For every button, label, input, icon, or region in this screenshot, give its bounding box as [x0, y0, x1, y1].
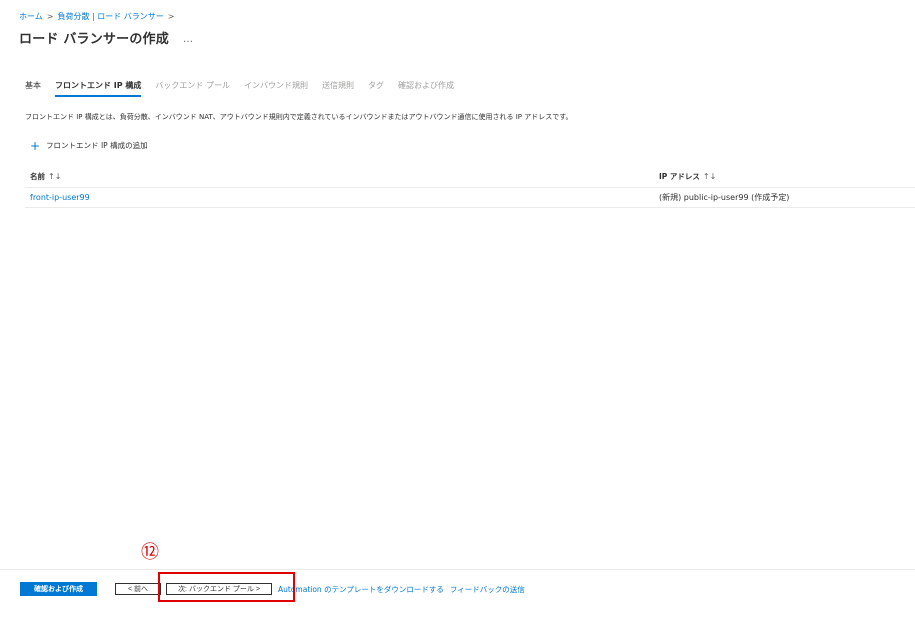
annotation-highlight-box — [158, 572, 295, 602]
review-create-button[interactable]: 確認および作成 — [20, 582, 97, 596]
frontend-ip-name-link[interactable]: front-ip-user99 — [25, 193, 659, 202]
download-automation-template-link[interactable]: Automation のテンプレートをダウンロードする — [278, 584, 444, 595]
table-row: front-ip-user99 (新規) public-ip-user99 (作… — [25, 188, 915, 208]
page-title: ロード バランサーの作成 — [19, 32, 169, 47]
column-header-name[interactable]: 名前 ↑↓ — [25, 171, 659, 182]
send-feedback-link[interactable]: フィードバックの送信 — [450, 584, 525, 595]
tab-frontend-ip-config[interactable]: フロントエンド IP 構成 — [55, 80, 142, 97]
column-header-name-label: 名前 — [30, 172, 45, 181]
breadcrumb-home-link[interactable]: ホーム — [19, 11, 43, 22]
sort-icon: ↑↓ — [702, 172, 717, 181]
add-frontend-ip-button[interactable]: + フロントエンド IP 構成の追加 — [30, 138, 148, 153]
footer-divider — [0, 569, 915, 570]
sort-icon: ↑↓ — [48, 172, 62, 181]
table-body: front-ip-user99 (新規) public-ip-user99 (作… — [25, 188, 915, 208]
breadcrumb-load-balancing-link[interactable]: 負荷分散 | ロード バランサー — [57, 11, 163, 22]
breadcrumb-separator: > — [46, 12, 54, 21]
tab-basics[interactable]: 基本 — [25, 80, 41, 97]
column-header-ip-address[interactable]: IP アドレス ↑↓ — [659, 171, 915, 182]
frontend-ip-address-cell: (新規) public-ip-user99 (作成予定) — [659, 193, 790, 202]
tab-backend-pools[interactable]: バックエンド プール — [155, 80, 230, 97]
table-header: 名前 ↑↓ IP アドレス ↑↓ — [25, 166, 915, 188]
more-options-button[interactable]: … — [183, 34, 193, 45]
breadcrumb: ホーム > 負荷分散 | ロード バランサー > — [19, 11, 175, 22]
column-header-ip-label: IP アドレス — [659, 172, 700, 181]
previous-button[interactable]: < 前へ — [115, 583, 161, 595]
plus-icon: + — [30, 138, 41, 153]
tab-review-create[interactable]: 確認および作成 — [398, 80, 454, 97]
breadcrumb-separator: > — [167, 12, 175, 21]
page-title-row: ロード バランサーの作成 … — [19, 28, 193, 47]
wizard-tabs: 基本 フロントエンド IP 構成 バックエンド プール インバウンド規則 送信規… — [25, 80, 468, 97]
section-description: フロントエンド IP 構成とは、負荷分散、インバウンド NAT、アウトバウンド規… — [25, 113, 573, 121]
tab-tags[interactable]: タグ — [368, 80, 384, 97]
tab-outbound-rules[interactable]: 送信規則 — [322, 80, 354, 97]
frontend-ip-table: 名前 ↑↓ IP アドレス ↑↓ front-ip-user99 (新規) pu… — [25, 166, 915, 208]
annotation-step-number: ⑫ — [141, 542, 159, 563]
tab-inbound-rules[interactable]: インバウンド規則 — [244, 80, 308, 97]
add-frontend-ip-label: フロントエンド IP 構成の追加 — [46, 141, 148, 150]
